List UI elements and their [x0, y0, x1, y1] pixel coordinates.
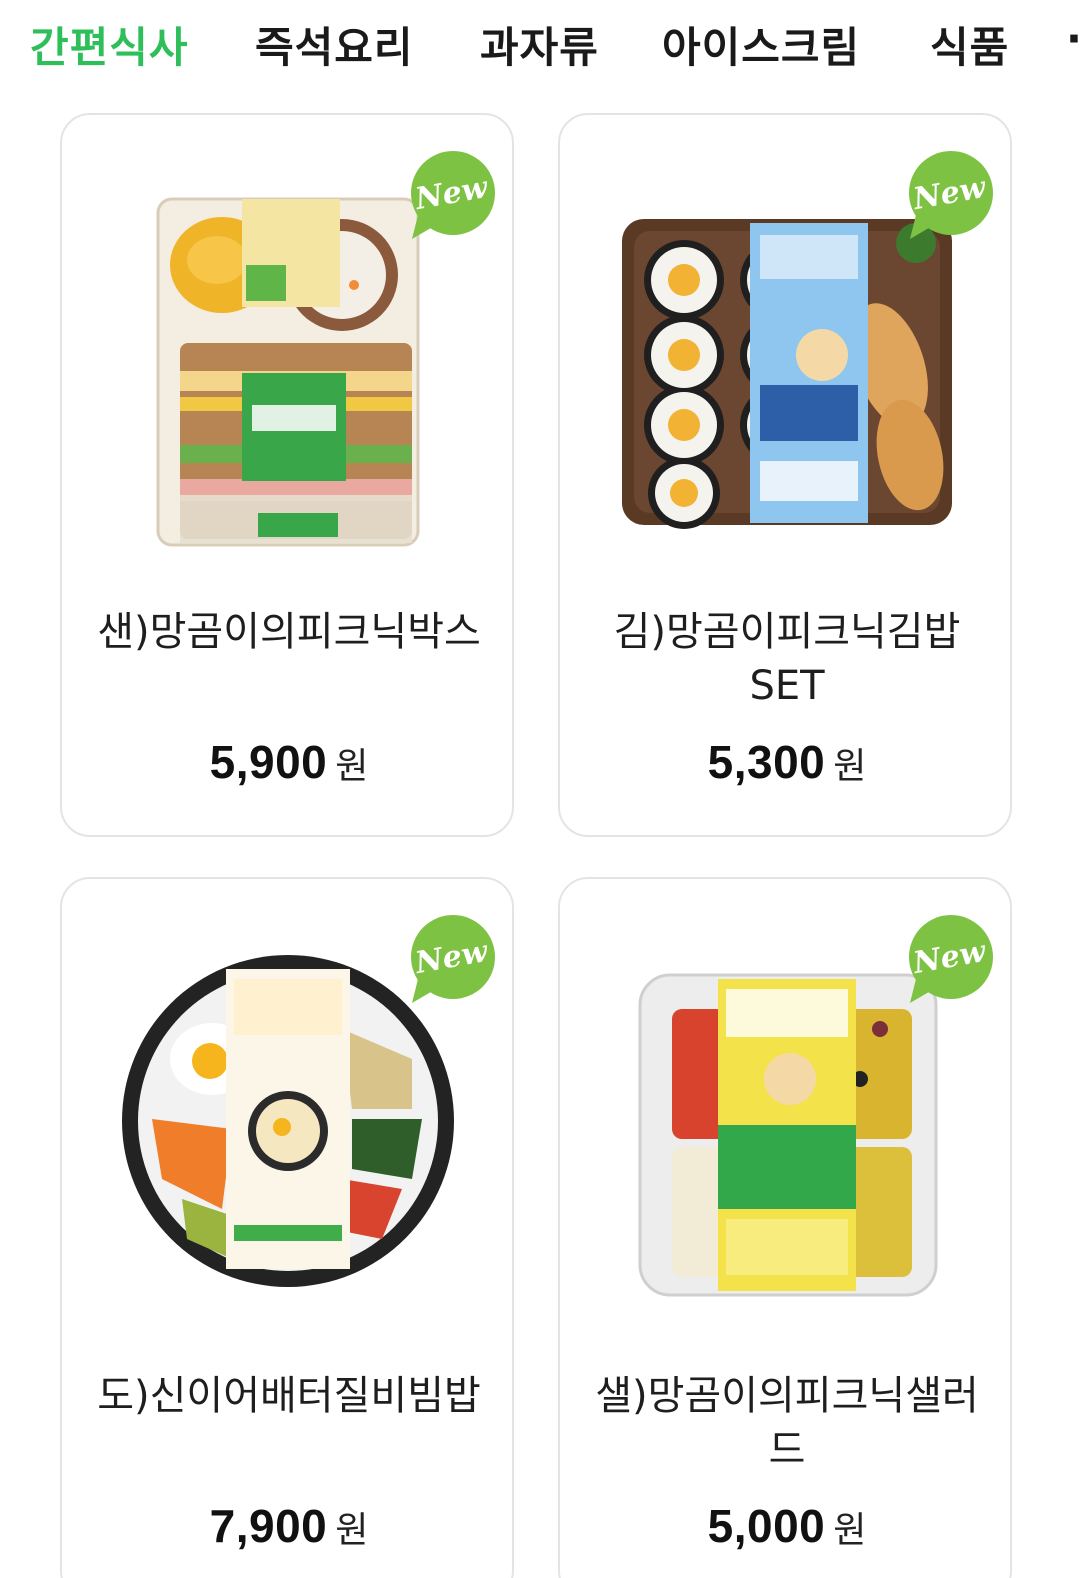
new-badge-icon: New: [411, 151, 495, 239]
product-price: 5,300 원: [560, 735, 1010, 789]
product-card[interactable]: New 샐)망곰이의피크닉샐러드 5,000 원: [558, 877, 1012, 1578]
currency-label: 원: [833, 746, 867, 787]
tab-food[interactable]: 식품: [930, 14, 1009, 75]
new-badge-icon: New: [411, 915, 495, 1003]
product-name: 김)망곰이피크닉김밥SET: [613, 609, 961, 709]
product-card[interactable]: New 샌)망곰이의피크닉박스 5,900 원: [60, 113, 514, 837]
product-price: 5,900 원: [62, 735, 512, 789]
product-name: 샌)망곰이의피크닉박스: [97, 609, 481, 655]
category-tab-bar: 간편식사 즉석요리 과자류 아이스크림 식품 ·: [0, 0, 1080, 90]
tab-instant-meal[interactable]: 간편식사: [30, 14, 189, 75]
currency-label: 원: [335, 1510, 369, 1551]
product-price: 7,900 원: [62, 1499, 512, 1553]
price-value: 7,900: [209, 1500, 328, 1552]
currency-label: 원: [833, 1510, 867, 1551]
tab-ready-cooking[interactable]: 즉석요리: [255, 14, 414, 75]
tab-ice-cream[interactable]: 아이스크림: [662, 14, 860, 75]
new-badge-icon: New: [909, 915, 993, 1003]
product-card[interactable]: New 도)신이어배터질비빔밥 7,900 원: [60, 877, 514, 1578]
new-badge-icon: New: [909, 151, 993, 239]
tab-snacks[interactable]: 과자류: [480, 14, 599, 75]
product-name: 샐)망곰이의피크닉샐러드: [595, 1373, 979, 1473]
product-name: 도)신이어배터질비빔밥: [97, 1373, 481, 1419]
price-value: 5,900: [209, 736, 328, 788]
next-tab-indicator-icon: ·: [1066, 14, 1080, 63]
currency-label: 원: [335, 746, 369, 787]
product-price: 5,000 원: [560, 1499, 1010, 1553]
price-value: 5,300: [707, 736, 826, 788]
product-card[interactable]: New 김)망곰이피크닉김밥SET 5,300 원: [558, 113, 1012, 837]
price-value: 5,000: [707, 1500, 826, 1552]
